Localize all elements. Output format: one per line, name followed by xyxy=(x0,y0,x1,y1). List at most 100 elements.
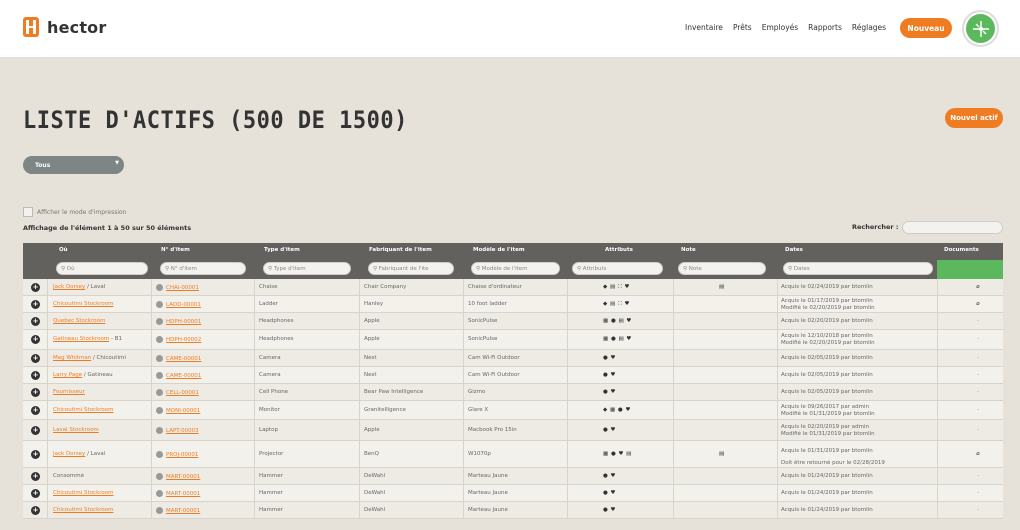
location-link[interactable]: Laval Stockroom xyxy=(53,427,99,433)
expand-row-icon[interactable]: + xyxy=(31,406,40,415)
cell-maker: DeWahl xyxy=(364,507,386,513)
print-mode-toggle[interactable]: Afficher le mode d'impression xyxy=(23,207,126,217)
filter-model-input[interactable]: ⚲ Modèle de l'item xyxy=(471,262,560,275)
item-number-link[interactable]: MART-00001 xyxy=(166,491,200,497)
item-number-link[interactable]: HDPH-00002 xyxy=(166,337,201,343)
expand-row-icon[interactable]: + xyxy=(31,489,40,498)
cell-item-type: Chaise xyxy=(259,284,278,290)
cell-dates: Acquis le 01/24/2019 par btomlin xyxy=(781,507,873,513)
header-where[interactable]: Où xyxy=(59,247,68,253)
nav-item-inventory[interactable]: Inventaire xyxy=(685,23,723,32)
expand-row-icon[interactable]: + xyxy=(31,450,40,459)
item-number-link[interactable]: PROJ-00001 xyxy=(166,452,198,458)
nav-item-loans[interactable]: Prêts xyxy=(733,23,752,32)
item-number-link[interactable]: MART-00001 xyxy=(166,508,200,514)
expand-row-icon[interactable]: + xyxy=(31,426,40,435)
header-attributes[interactable]: Attributs xyxy=(605,247,633,253)
search-label: Rechercher : xyxy=(852,223,899,231)
location-link[interactable]: Larry Page xyxy=(53,372,82,378)
table-row[interactable]: + Quebec Stockroom HDPH-00001 Headphones App… xyxy=(23,313,1003,330)
expand-row-icon[interactable]: + xyxy=(31,354,40,363)
item-number-link[interactable]: LADD-00001 xyxy=(166,302,201,308)
location-link[interactable]: Jack Dorsey xyxy=(53,451,85,457)
note-icon[interactable]: ▤ xyxy=(719,451,739,457)
expand-row-icon[interactable]: + xyxy=(31,506,40,515)
filter-where-input[interactable]: ⚲ Où xyxy=(56,262,148,275)
cell-maker: Apple xyxy=(364,336,380,342)
filter-item-type-input[interactable]: ⚲ Type d'item xyxy=(263,262,351,275)
item-number-link[interactable]: HDPH-00001 xyxy=(166,319,201,325)
table-row[interactable]: + Chicoutimi Stockroom MART-00001 Hammer DeW… xyxy=(23,502,1003,519)
location-link[interactable]: Fournisseur xyxy=(53,389,85,395)
header-maker[interactable]: Fabriquant de l'item xyxy=(369,247,432,253)
note-icon[interactable]: ▤ xyxy=(719,284,739,290)
paperclip-icon[interactable]: ⌀ xyxy=(963,301,993,307)
location-link[interactable]: Chicoutimi Stockroom xyxy=(53,407,114,413)
header-note[interactable]: Note xyxy=(681,247,696,253)
item-number-link[interactable]: CELL-00001 xyxy=(166,390,199,396)
location-link[interactable]: Quebec Stockroom xyxy=(53,318,105,324)
table-header: Où N° d'item Type d'item Fabriquant de l… xyxy=(23,243,1003,279)
table-row[interactable]: + Meg Whitman / Chicoutimi CAME-00001 Camer… xyxy=(23,350,1003,367)
expand-row-icon[interactable]: + xyxy=(31,300,40,309)
paperclip-icon[interactable]: ⌀ xyxy=(963,451,993,457)
table-row[interactable]: + Chicoutimi Stockroom MART-00001 Hammer DeW… xyxy=(23,485,1003,502)
new-asset-button[interactable]: Nouvel actif xyxy=(945,108,1003,128)
filter-note-input[interactable]: ⚲ Note xyxy=(678,262,766,275)
attribute-icons: ◆ ▤ ⛶ ♥ xyxy=(603,284,630,290)
table-row[interactable]: + Jack Dorsey / Laval PROJ-00001 Projector B… xyxy=(23,441,1003,468)
header-item-no[interactable]: N° d'item xyxy=(161,247,190,253)
table-row[interactable]: + Gatineau Stockroom - B1 HDPH-00002 Headph… xyxy=(23,330,1003,350)
item-number-link[interactable]: MART-00001 xyxy=(166,474,200,480)
location-link[interactable]: Meg Whitman xyxy=(53,355,91,361)
expand-row-icon[interactable]: + xyxy=(31,283,40,292)
filter-attributes-input[interactable]: ⚲ Attributs xyxy=(572,262,663,275)
paperclip-icon[interactable]: ⌀ xyxy=(963,284,993,290)
cell-model: W1070p xyxy=(468,451,491,457)
table-row[interactable]: + Laval Stockroom LAPT-00003 Laptop Apple Mac… xyxy=(23,420,1003,441)
location-link[interactable]: Chicoutimi Stockroom xyxy=(53,507,114,513)
search-input[interactable] xyxy=(902,221,1003,234)
expand-row-icon[interactable]: + xyxy=(31,335,40,344)
header-documents[interactable]: Documents xyxy=(944,247,979,253)
table-row[interactable]: + Chicoutimi Stockroom LADD-00001 Ladder Han… xyxy=(23,296,1003,313)
print-mode-checkbox[interactable] xyxy=(23,207,33,217)
location-link[interactable]: Gatineau Stockroom xyxy=(53,336,109,342)
expand-row-icon[interactable]: + xyxy=(31,371,40,380)
header-dates[interactable]: Dates xyxy=(785,247,803,253)
nav-item-employees[interactable]: Employés xyxy=(762,23,798,32)
table-row[interactable]: + Larry Page / Gatineau CAME-00001 Camera Ne… xyxy=(23,367,1003,384)
cell-where: Jack Dorsey / Laval xyxy=(53,284,149,290)
filter-maker-input[interactable]: ⚲ Fabriquant de l'ite xyxy=(368,262,454,275)
no-document: - xyxy=(977,507,979,513)
header-item-type[interactable]: Type d'item xyxy=(264,247,300,253)
table-row[interactable]: + Chicoutimi Stockroom MONI-00001 Monitor Gr… xyxy=(23,401,1003,420)
new-button[interactable]: Nouveau xyxy=(900,18,952,38)
location-link[interactable]: Chicoutimi Stockroom xyxy=(53,301,114,307)
location-link[interactable]: Chicoutimi Stockroom xyxy=(53,490,114,496)
avatar[interactable] xyxy=(962,10,999,47)
expand-row-icon[interactable]: + xyxy=(31,472,40,481)
item-number-link[interactable]: CAME-00001 xyxy=(166,356,201,362)
status-filter-select[interactable]: Tous ▼ xyxy=(23,156,124,174)
expand-row-icon[interactable]: + xyxy=(31,388,40,397)
header-model[interactable]: Modèle de l'item xyxy=(473,247,525,253)
brand-logo[interactable]: hector xyxy=(23,17,106,37)
table-row[interactable]: + Fournisseur CELL-00001 Cell Phone Bear Paw… xyxy=(23,384,1003,401)
table-row[interactable]: + Consommé MART-00001 Hammer DeWahl Marteau J… xyxy=(23,468,1003,485)
table-row[interactable]: + Jack Dorsey / Laval CHAI-00001 Chaise Chai… xyxy=(23,279,1003,296)
item-number-link[interactable]: CAME-00001 xyxy=(166,373,201,379)
nav-item-settings[interactable]: Réglages xyxy=(852,23,886,32)
item-number-link[interactable]: LAPT-00003 xyxy=(166,428,199,434)
table-body: + Jack Dorsey / Laval CHAI-00001 Chaise Chai… xyxy=(23,279,1003,519)
circuit-avatar-icon xyxy=(966,14,995,43)
item-number-link[interactable]: CHAI-00001 xyxy=(166,285,199,291)
item-number-link[interactable]: MONI-00001 xyxy=(166,408,200,414)
filter-item-no-input[interactable]: ⚲ N° d'item xyxy=(160,262,246,275)
expand-row-icon[interactable]: + xyxy=(31,317,40,326)
filter-dates-input[interactable]: ⚲ Dates xyxy=(783,262,933,275)
nav-item-reports[interactable]: Rapports xyxy=(808,23,842,32)
location-link[interactable]: Jack Dorsey xyxy=(53,284,85,290)
cell-where: Fournisseur xyxy=(53,389,149,395)
attribute-icons: ● ♥ xyxy=(603,389,616,395)
